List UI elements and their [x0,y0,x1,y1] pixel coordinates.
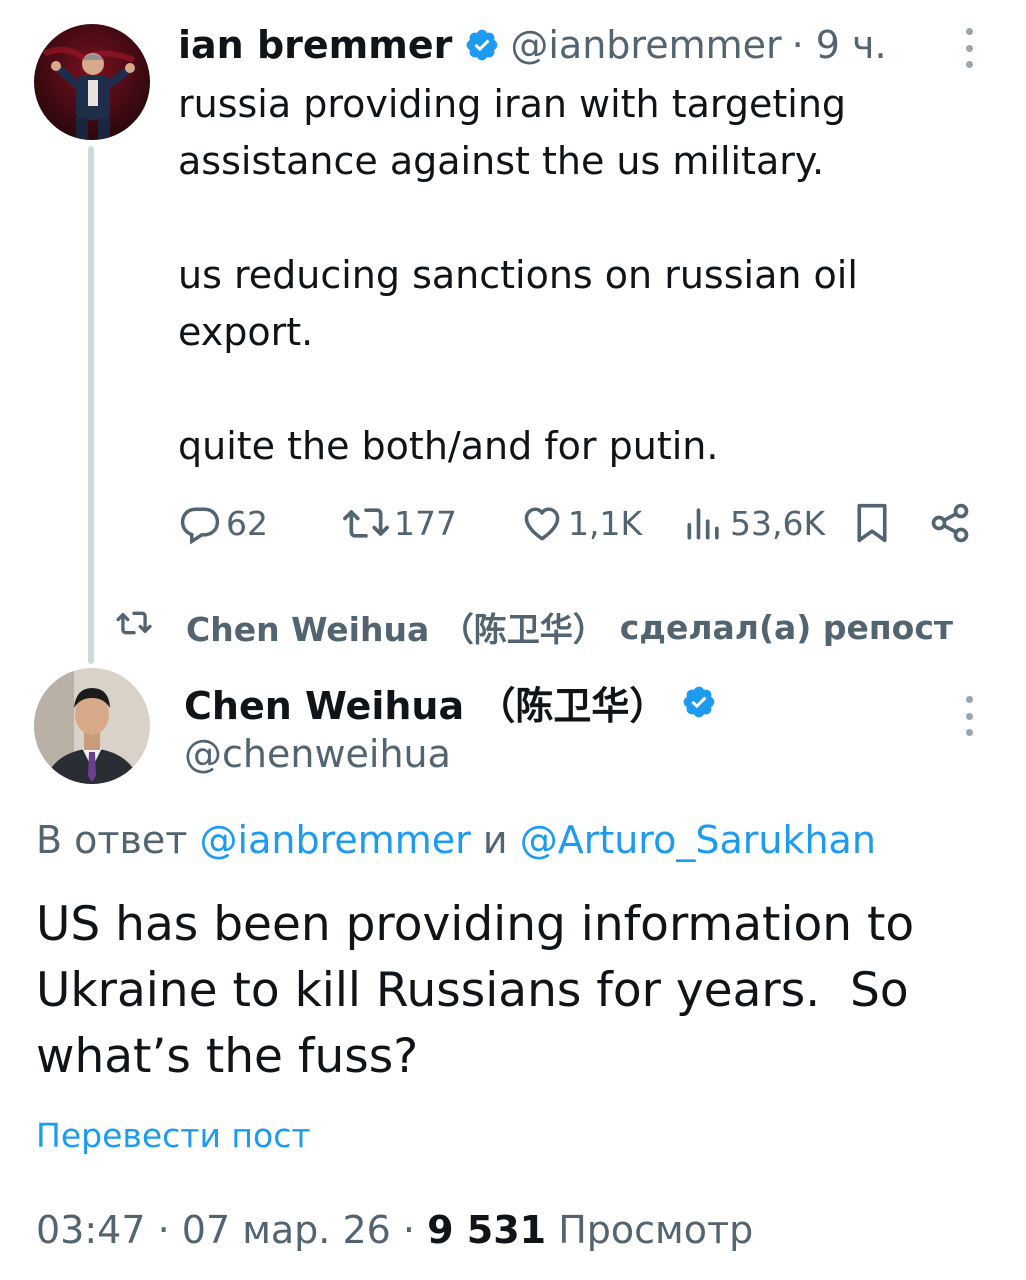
bookmark-button[interactable] [852,496,892,550]
repost-count: 177 [394,503,457,543]
views-icon [682,501,726,545]
reply-to-line: В ответ @ianbremmer и @Arturo_Sarukhan [36,814,876,866]
views-button[interactable]: 53,6K [682,496,825,550]
reply-count: 62 [226,503,268,543]
like-button[interactable]: 1,1K [520,496,642,550]
tweet1-paragraph: us reducing sanctions on russian oil exp… [178,253,858,354]
share-button[interactable] [928,496,972,550]
mention-ianbremmer[interactable]: @ianbremmer [200,818,471,862]
reply-conjunction: и [482,818,508,862]
repost-button[interactable]: 177 [342,496,457,550]
tweet2-handle[interactable]: @chenweihua [184,728,451,780]
more-options-icon[interactable] [962,696,976,736]
verified-badge-icon [681,684,717,720]
reposter-name[interactable]: Chen Weihua （陈卫华） [186,603,606,651]
reply-prefix: В ответ [36,818,188,862]
tweet2-author-name-row: Chen Weihua （陈卫华） [184,674,727,730]
more-options-icon[interactable] [962,28,976,68]
tweet2-text: US has been providing information to Ukr… [36,892,996,1090]
bookmark-icon [852,501,892,545]
mention-arturo-sarukhan[interactable]: @Arturo_Sarukhan [520,818,876,862]
tweet1-handle[interactable]: @ianbremmer [510,23,781,67]
reply-icon [178,501,222,545]
tweet2-text-line: Ukraine to kill Russians for years. So [36,963,909,1018]
tweet2-text-line: US has been providing information to [36,897,915,952]
tweet2-meta: 03:47 · 07 мар. 26 · 9 531 Просмотр [36,1202,753,1258]
tweet1-paragraph: quite the both/and for putin. [178,424,719,468]
tweet1-paragraph: russia providing iran with targeting ass… [178,82,847,183]
tweet1-author-name[interactable]: ian bremmer [178,23,452,67]
meta-separator: · [402,1208,416,1252]
tweet1-time[interactable]: · 9 ч. [792,23,887,67]
tweet2-views-count: 9 531 [427,1208,547,1252]
meta-separator: · [157,1208,170,1252]
repost-icon [342,501,390,545]
tweet1-text: russia providing iran with targeting ass… [178,76,958,475]
tweet2-views-label: Просмотр [558,1208,754,1252]
repost-indicator: Chen Weihua （陈卫华） сделал(а) репост [116,600,953,654]
tweet2-time[interactable]: 03:47 [36,1208,146,1252]
chenweihua-avatar[interactable] [34,668,150,784]
reply-button[interactable]: 62 [178,496,268,550]
like-count: 1,1K [568,503,643,543]
tweet1-action-bar: 62 177 1,1K 53,6K [178,496,978,550]
verified-badge-icon [464,27,500,63]
thread-line [88,146,94,664]
tweet2-author-name[interactable]: Chen Weihua （陈卫华） [184,675,667,730]
views-count: 53,6K [730,503,826,543]
repost-icon [116,606,152,648]
tweet1-header: ian bremmer @ianbremmer · 9 ч. [178,20,887,70]
translate-post-link[interactable]: Перевести пост [36,1112,311,1160]
tweet2-text-line: what’s the fuss? [36,1029,419,1084]
ianbremmer-avatar[interactable] [34,24,150,140]
repost-action-label: сделал(а) репост [619,607,954,647]
like-icon [520,501,564,545]
share-icon [928,501,972,545]
tweet2-date[interactable]: 07 мар. 26 [182,1208,391,1252]
